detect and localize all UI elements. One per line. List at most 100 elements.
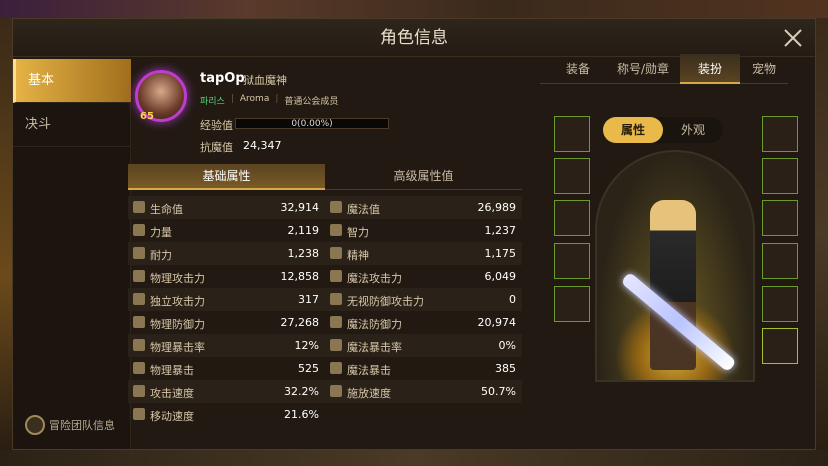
- exp-bar: 0(0.00%): [235, 118, 389, 129]
- guild-rank: 普通公会成员: [284, 97, 339, 107]
- stat-value: 21.6%: [284, 408, 319, 421]
- character-class: 狱血魔神: [243, 74, 287, 87]
- stat-value: 50.7%: [481, 385, 516, 398]
- stat-row: 精神 1,175: [325, 242, 522, 265]
- stat-row: 施放速度 50.7%: [325, 380, 522, 403]
- team-emblem-icon: [25, 415, 45, 435]
- tab-pet[interactable]: 宠物: [740, 54, 788, 84]
- tab-avatar[interactable]: 装扮: [680, 54, 740, 84]
- background-top: [0, 0, 828, 18]
- slot-shoes-icon[interactable]: [554, 286, 590, 322]
- title-bar: 角色信息: [13, 19, 815, 57]
- divider: |: [275, 94, 279, 104]
- physical-crit-rate-icon: [133, 339, 145, 351]
- team-info-button[interactable]: 冒险团队信息: [25, 415, 115, 435]
- tab-equipment[interactable]: 装备: [550, 54, 606, 84]
- anti-magic-value: 24,347: [243, 139, 282, 152]
- stat-label: 无视防御攻击力: [347, 295, 424, 308]
- stat-value: 6,049: [484, 270, 517, 283]
- tab-titles-medals[interactable]: 称号/勋章: [606, 54, 680, 84]
- background-bottom: [0, 450, 828, 466]
- move-speed-icon: [133, 408, 145, 420]
- slot-weapon-icon[interactable]: [762, 286, 798, 322]
- stat-row: 魔法值 26,989: [325, 196, 522, 219]
- team-info-label: 冒险团队信息: [49, 419, 115, 432]
- stat-value: 27,268: [280, 316, 320, 329]
- character-name: tapOp: [200, 71, 245, 86]
- view-toggle: 属性 外观: [603, 117, 723, 143]
- mana-icon: [330, 201, 342, 213]
- stat-row: 魔法攻击力 6,049: [325, 265, 522, 288]
- stat-value: 1,175: [484, 247, 517, 260]
- spirit-icon: [330, 247, 342, 259]
- server-name: 파리스: [200, 97, 225, 107]
- attack-speed-icon: [133, 385, 145, 397]
- slot-coat-icon[interactable]: [762, 158, 798, 194]
- stat-row: 魔法暴击 385: [325, 357, 522, 380]
- stat-label: 攻击速度: [150, 387, 194, 400]
- stat-label: 物理暴击率: [150, 341, 205, 354]
- stat-value: 12,858: [280, 270, 320, 283]
- stat-label: 魔法值: [347, 203, 380, 216]
- stat-label: 独立攻击力: [150, 295, 205, 308]
- guild-name: Aroma: [239, 94, 270, 104]
- stat-label: 力量: [150, 226, 172, 239]
- stat-row: 智力 1,237: [325, 219, 522, 242]
- stat-row: 魔法暴击率 0%: [325, 334, 522, 357]
- strength-icon: [133, 224, 145, 236]
- stat-label: 魔法攻击力: [347, 272, 402, 285]
- sidebar-tab-basic[interactable]: 基本: [13, 59, 131, 103]
- tab-advanced-stats[interactable]: 高级属性值: [325, 164, 522, 190]
- equipment-tabs: 装备 称号/勋章 装扮 宠物: [540, 54, 788, 84]
- stat-row: 移动速度 21.6%: [128, 403, 325, 426]
- background-left: [0, 18, 12, 450]
- stat-label: 耐力: [150, 249, 172, 262]
- stat-row: 魔法防御力 20,974: [325, 311, 522, 334]
- close-icon[interactable]: [781, 26, 805, 50]
- divider: |: [230, 94, 234, 104]
- stat-label: 魔法暴击率: [347, 341, 402, 354]
- stat-row: 物理暴击 525: [128, 357, 325, 380]
- physical-defense-icon: [133, 316, 145, 328]
- stat-label: 施放速度: [347, 387, 391, 400]
- stat-value: 1,238: [287, 247, 320, 260]
- magic-crit-rate-icon: [330, 339, 342, 351]
- stat-label: 物理攻击力: [150, 272, 205, 285]
- slot-bottom-icon[interactable]: [554, 243, 590, 279]
- stat-value: 32.2%: [284, 385, 319, 398]
- slot-aura-icon[interactable]: [762, 328, 798, 364]
- slot-belt-icon[interactable]: [762, 200, 798, 236]
- stat-label: 精神: [347, 249, 369, 262]
- stat-value: 26,989: [477, 201, 517, 214]
- stat-value: 2,119: [287, 224, 320, 237]
- magic-crit-icon: [330, 362, 342, 374]
- stat-value: 32,914: [280, 201, 320, 214]
- background-right: [816, 18, 828, 450]
- slot-hat-icon[interactable]: [554, 116, 590, 152]
- toggle-stats[interactable]: 属性: [603, 117, 663, 143]
- toggle-appearance[interactable]: 外观: [663, 117, 723, 143]
- intelligence-icon: [330, 224, 342, 236]
- heart-icon: [133, 201, 145, 213]
- stat-row: 力量 2,119: [128, 219, 325, 242]
- magic-attack-icon: [330, 270, 342, 282]
- window-title: 角色信息: [380, 28, 448, 48]
- character-model: [650, 200, 696, 370]
- stat-row: 物理防御力 27,268: [128, 311, 325, 334]
- stat-label: 生命值: [150, 203, 183, 216]
- stat-label: 移动速度: [150, 410, 194, 423]
- sidebar-tab-duel[interactable]: 决斗: [13, 103, 131, 147]
- stat-value: 12%: [294, 339, 319, 352]
- slot-hair-icon[interactable]: [762, 116, 798, 152]
- stat-value: 525: [298, 362, 319, 375]
- slot-top-icon[interactable]: [554, 200, 590, 236]
- slot-skin-icon[interactable]: [762, 243, 798, 279]
- physical-crit-icon: [133, 362, 145, 374]
- sidebar: 基本 决斗 冒险团队信息: [13, 59, 131, 449]
- slot-hair-accessory-icon[interactable]: [554, 158, 590, 194]
- stat-row: 生命值 32,914: [128, 196, 325, 219]
- stat-row: 耐力 1,238: [128, 242, 325, 265]
- stat-row: 攻击速度 32.2%: [128, 380, 325, 403]
- stat-value: 1,237: [484, 224, 517, 237]
- tab-basic-stats[interactable]: 基础属性: [128, 164, 325, 190]
